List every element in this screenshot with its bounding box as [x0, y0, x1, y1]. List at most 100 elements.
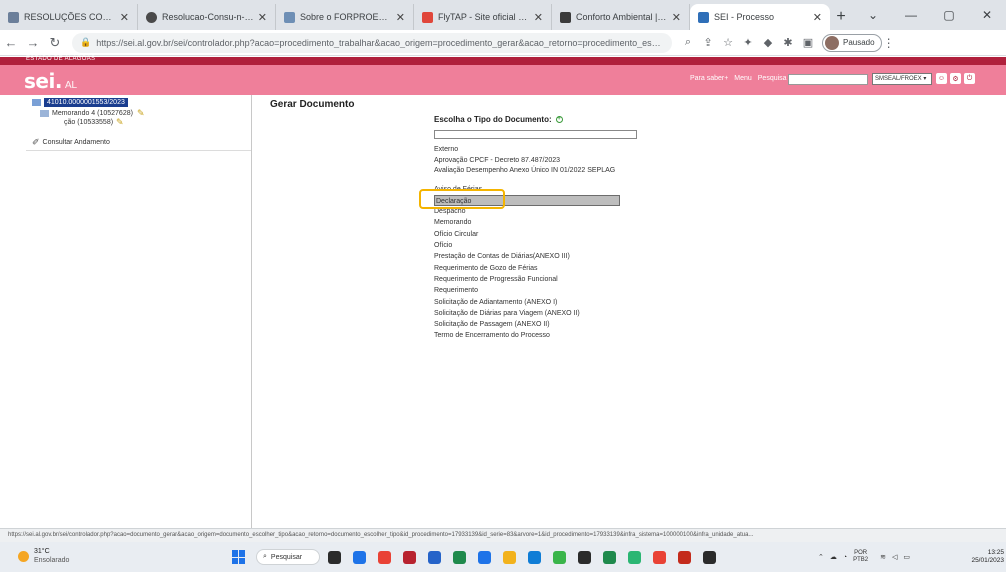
taskbar-app-icon[interactable]	[328, 550, 341, 564]
system-tray: ⌃ ☁ ◔ POR PTB2 ≋ ◁ ▭	[818, 550, 916, 564]
taskbar-app-icon[interactable]	[603, 550, 616, 564]
extension-icon[interactable]: ✦	[738, 33, 758, 53]
bookmark-star-icon[interactable]: ☆	[718, 33, 738, 53]
sidepanel-icon[interactable]: ▣	[798, 33, 818, 53]
doc-type-item[interactable]: Ofício Circular	[434, 229, 634, 240]
pencil-icon[interactable]: ✎	[137, 108, 145, 119]
taskbar-app-icon[interactable]	[678, 550, 691, 564]
windows-start-icon[interactable]	[232, 550, 246, 564]
browser-tab[interactable]: Sobre o FORPROEX e a REI✕	[276, 4, 414, 30]
taskbar-search[interactable]: ⌕ Pesquisar	[256, 549, 320, 565]
tap-icon	[422, 11, 433, 23]
doc-type-item[interactable]: Requerimento de Progressão Funcional	[434, 274, 634, 285]
browser-tab[interactable]: Conforto Ambiental | Enco✕	[552, 4, 690, 30]
doc-type-item[interactable]: Prestação de Contas de Diárias(ANEXO III…	[434, 251, 634, 262]
tree-item[interactable]: ção (10533558) ✎	[64, 117, 127, 128]
url-text: https://sei.al.gov.br/sei/controlador.ph…	[96, 37, 664, 48]
browser-tab-active[interactable]: SEI - Processo ✕	[690, 4, 830, 30]
choose-doc-type-label: Escolha o Tipo do Documento: +	[434, 115, 563, 124]
address-bar[interactable]: 🔒 https://sei.al.gov.br/sei/controlador.…	[72, 32, 672, 53]
doc-type-item[interactable]: Requerimento	[434, 285, 634, 296]
network-icon[interactable]: ◔	[843, 554, 847, 561]
close-icon[interactable]: ✕	[120, 11, 129, 24]
chevron-up-icon[interactable]: ⌃	[818, 553, 824, 561]
doc-type-item[interactable]: Requerimento de Gozo de Férias	[434, 263, 634, 274]
settings-icon[interactable]: ⚙	[950, 73, 961, 84]
doc-type-item[interactable]: Memorando	[434, 217, 634, 228]
history-icon: ✐	[32, 137, 40, 147]
maximize-icon[interactable]: ▢	[930, 0, 968, 30]
logout-icon[interactable]: ⏻	[964, 73, 975, 84]
tab-search-icon[interactable]: ⌄	[854, 0, 892, 30]
menu-icon[interactable]: ⋮	[882, 36, 896, 50]
search-link[interactable]: Pesquisa	[758, 75, 787, 82]
menu-link[interactable]: Menu	[734, 75, 752, 82]
forward-icon[interactable]: →	[22, 32, 44, 54]
taskbar-app-icon[interactable]	[703, 550, 716, 564]
reload-icon[interactable]: ↻	[44, 32, 66, 54]
taskbar-app-icon[interactable]	[653, 550, 666, 564]
consult-history-link[interactable]: ✐ Consultar Andamento	[32, 137, 110, 148]
minimize-icon[interactable]: —	[892, 0, 930, 30]
close-window-icon[interactable]: ✕	[968, 0, 1006, 30]
doc-type-item[interactable]: Externo	[434, 144, 634, 155]
doc-type-item[interactable]: Avaliação Desempenho Anexo Único IN 01/2…	[434, 167, 634, 184]
wifi-icon[interactable]: ≋	[880, 553, 886, 561]
close-icon[interactable]: ✕	[534, 11, 543, 24]
sei-header: sei. AL Para saber+ Menu Pesquisa SMSEAL/…	[0, 65, 1006, 95]
pencil-icon[interactable]: ✎	[116, 117, 124, 128]
taskbar-app-icon[interactable]	[403, 550, 416, 564]
page-title: Gerar Documento	[270, 99, 355, 110]
sei-top-bar: ESTADO DE ALAGOAS	[0, 56, 1006, 65]
puzzle-icon[interactable]: ✱	[778, 33, 798, 53]
sei-logo[interactable]: sei. AL	[24, 69, 77, 93]
doc-type-item[interactable]: Termo de Encerramento do Processo	[434, 330, 634, 341]
search-input[interactable]	[788, 74, 868, 85]
taskbar-app-icon[interactable]	[578, 550, 591, 564]
browser-tab-strip: RESOLUÇÕES CONSU - 20✕ Resolucao-Consu-n…	[0, 0, 1006, 30]
page-icon	[284, 11, 295, 23]
lock-icon[interactable]: 🔒	[80, 37, 91, 48]
sei-icon	[698, 11, 709, 23]
process-number[interactable]: 41010.0000001553/2023	[44, 98, 128, 107]
browser-tab[interactable]: RESOLUÇÕES CONSU - 20✕	[0, 4, 138, 30]
doc-type-item[interactable]: Solicitação de Passagem (ANEXO II)	[434, 319, 634, 330]
doc-type-filter-input[interactable]	[434, 130, 637, 139]
taskbar-app-icon[interactable]	[378, 550, 391, 564]
taskbar-app-icon[interactable]	[553, 550, 566, 564]
help-link[interactable]: Para saber+	[690, 75, 728, 82]
battery-icon[interactable]: ▭	[903, 553, 910, 561]
doc-type-item[interactable]: Solicitação de Adiantamento (ANEXO I)	[434, 297, 634, 308]
profile-button[interactable]: Pausado	[822, 33, 882, 52]
volume-icon[interactable]: ◁	[892, 553, 897, 561]
close-icon[interactable]: ✕	[672, 11, 681, 24]
taskbar-app-icon[interactable]	[353, 550, 366, 564]
extension-icon[interactable]: ◆	[758, 33, 778, 53]
back-icon[interactable]: ←	[0, 32, 22, 54]
close-icon[interactable]: ✕	[396, 11, 405, 24]
doc-type-item[interactable]: Solicitação de Diárias para Viagem (ANEX…	[434, 308, 634, 319]
user-icon[interactable]: ☺	[936, 73, 947, 84]
taskbar-app-icon[interactable]	[503, 550, 516, 564]
language-indicator[interactable]: POR PTB2	[853, 550, 874, 564]
weather-widget[interactable]: 31°C Ensolarado	[18, 547, 69, 565]
clock[interactable]: 13:25 25/01/2023	[960, 549, 1004, 565]
taskbar-app-icon[interactable]	[453, 550, 466, 564]
taskbar-app-icon[interactable]	[528, 550, 541, 564]
browser-tab[interactable]: Resolucao-Consu-n-16-20✕	[138, 4, 276, 30]
close-icon[interactable]: ✕	[813, 11, 822, 24]
doc-type-item[interactable]: Ofício	[434, 240, 634, 251]
close-icon[interactable]: ✕	[258, 11, 267, 24]
taskbar-app-icon[interactable]	[428, 550, 441, 564]
new-tab-button[interactable]: +	[830, 4, 852, 30]
browser-tab[interactable]: FlyTAP - Site oficial da TAP✕	[414, 4, 552, 30]
doc-type-item[interactable]: Aprovação CPCF - Decreto 87.487/2023	[434, 155, 634, 166]
cloud-icon[interactable]: ☁	[830, 553, 837, 561]
share-icon[interactable]: ⇪	[698, 33, 718, 53]
zoom-icon[interactable]: ⌕	[678, 33, 698, 53]
process-node[interactable]: 41010.0000001553/2023	[32, 98, 128, 107]
plus-icon[interactable]: +	[555, 116, 563, 123]
taskbar-app-icon[interactable]	[478, 550, 491, 564]
unit-select[interactable]: SMSEAL/FROEX ▾	[872, 73, 932, 85]
taskbar-app-icon[interactable]	[628, 550, 641, 564]
